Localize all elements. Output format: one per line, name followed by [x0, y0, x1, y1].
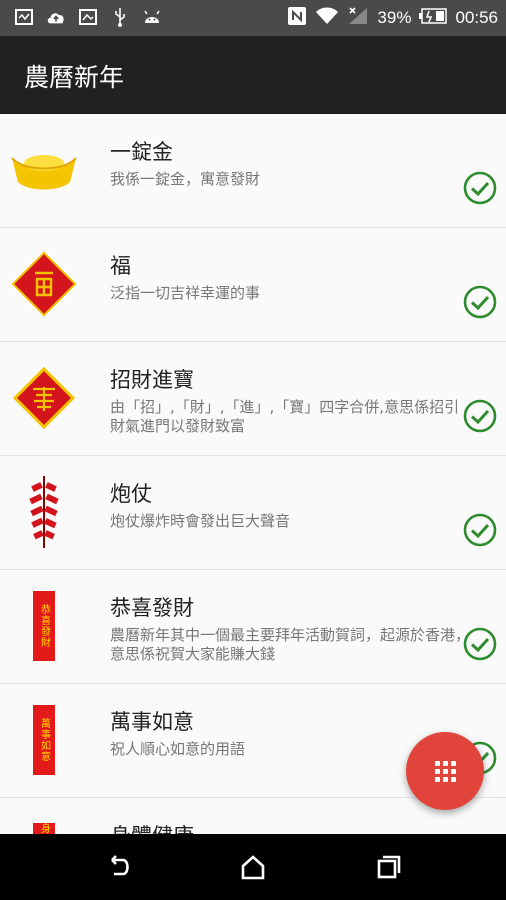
banner-icon: 身體健康 [8, 818, 80, 834]
signal-icon [347, 6, 369, 31]
status-bar: 39% 00:56 [0, 0, 506, 36]
back-icon[interactable] [104, 852, 134, 882]
item-title: 恭喜發財 [110, 596, 194, 620]
grid-icon [434, 760, 456, 782]
item-title: 萬事如意 [110, 710, 194, 734]
item-description: 泛指一切吉祥幸運的事 [110, 284, 261, 302]
page-title: 農曆新年 [24, 63, 125, 92]
screen-icon [14, 7, 34, 27]
clock: 00:56 [455, 8, 498, 27]
cloud-upload-icon [46, 7, 66, 27]
item-description: 炮仗爆炸時會發出巨大聲音 [110, 512, 291, 530]
home-icon[interactable] [238, 852, 268, 882]
item-title: 福 [110, 254, 131, 278]
status-notification-icons [14, 7, 162, 27]
check-circle-icon [463, 513, 497, 547]
item-title: 炮仗 [110, 482, 152, 506]
list-item[interactable]: 炮仗 炮仗爆炸時會發出巨大聲音 [0, 456, 506, 570]
list-item[interactable]: 一錠金 我係一錠金，寓意發財 [0, 114, 506, 228]
app-bar: 農曆新年 [0, 36, 506, 114]
list-item[interactable]: 福 泛指一切吉祥幸運的事 [0, 228, 506, 342]
navigation-bar [0, 834, 506, 900]
banner-text: 恭喜發財 [38, 604, 50, 648]
check-circle-icon [463, 285, 497, 319]
list-item[interactable]: 恭喜發財 恭喜發財 農曆新年其中一個最主要拜年活動賀詞，起源於香港，意思係祝賀大… [0, 570, 506, 684]
check-circle-icon [463, 399, 497, 433]
banner-icon: 恭喜發財 [8, 586, 80, 666]
banner-icon: 萬事如意 [8, 700, 80, 780]
item-description: 由「招」,「財」,「進」,「寶」四字合併,意思係招引財氣進門以發財致富 [110, 398, 460, 435]
item-description: 農曆新年其中一個最主要拜年活動賀詞，起源於香港，意思係祝賀大家能賺大錢 [110, 626, 471, 663]
gold-ingot-icon [8, 130, 80, 210]
image-icon [78, 7, 98, 27]
status-system-icons: 39% 00:56 [287, 0, 498, 36]
list-item[interactable]: 招財進寶 由「招」,「財」,「進」,「寶」四字合併,意思係招引財氣進門以發財致富 [0, 342, 506, 456]
fu-diamond-icon [8, 244, 80, 324]
zhaocai-diamond-icon [8, 358, 80, 438]
item-title: 身體健康 [110, 820, 194, 834]
banner-text: 萬事如意 [38, 718, 50, 762]
recent-apps-icon[interactable] [374, 852, 404, 882]
battery-percent: 39% [377, 8, 412, 27]
item-title: 招財進寶 [110, 368, 194, 392]
check-circle-icon [463, 627, 497, 661]
nfc-icon [287, 6, 307, 31]
firecracker-icon [8, 472, 80, 552]
usb-icon [110, 7, 130, 27]
grid-menu-button[interactable] [406, 732, 484, 810]
banner-text: 身體健康 [37, 823, 52, 834]
item-title: 一錠金 [110, 140, 173, 164]
android-icon [142, 7, 162, 27]
item-description: 我係一錠金，寓意發財 [110, 170, 261, 188]
check-circle-icon [463, 171, 497, 205]
battery-icon [419, 7, 448, 29]
wifi-icon [315, 6, 339, 31]
item-list[interactable]: 一錠金 我係一錠金，寓意發財 福 泛指一切吉祥幸運的事 招財進寶 由「招」,「財… [0, 114, 506, 834]
